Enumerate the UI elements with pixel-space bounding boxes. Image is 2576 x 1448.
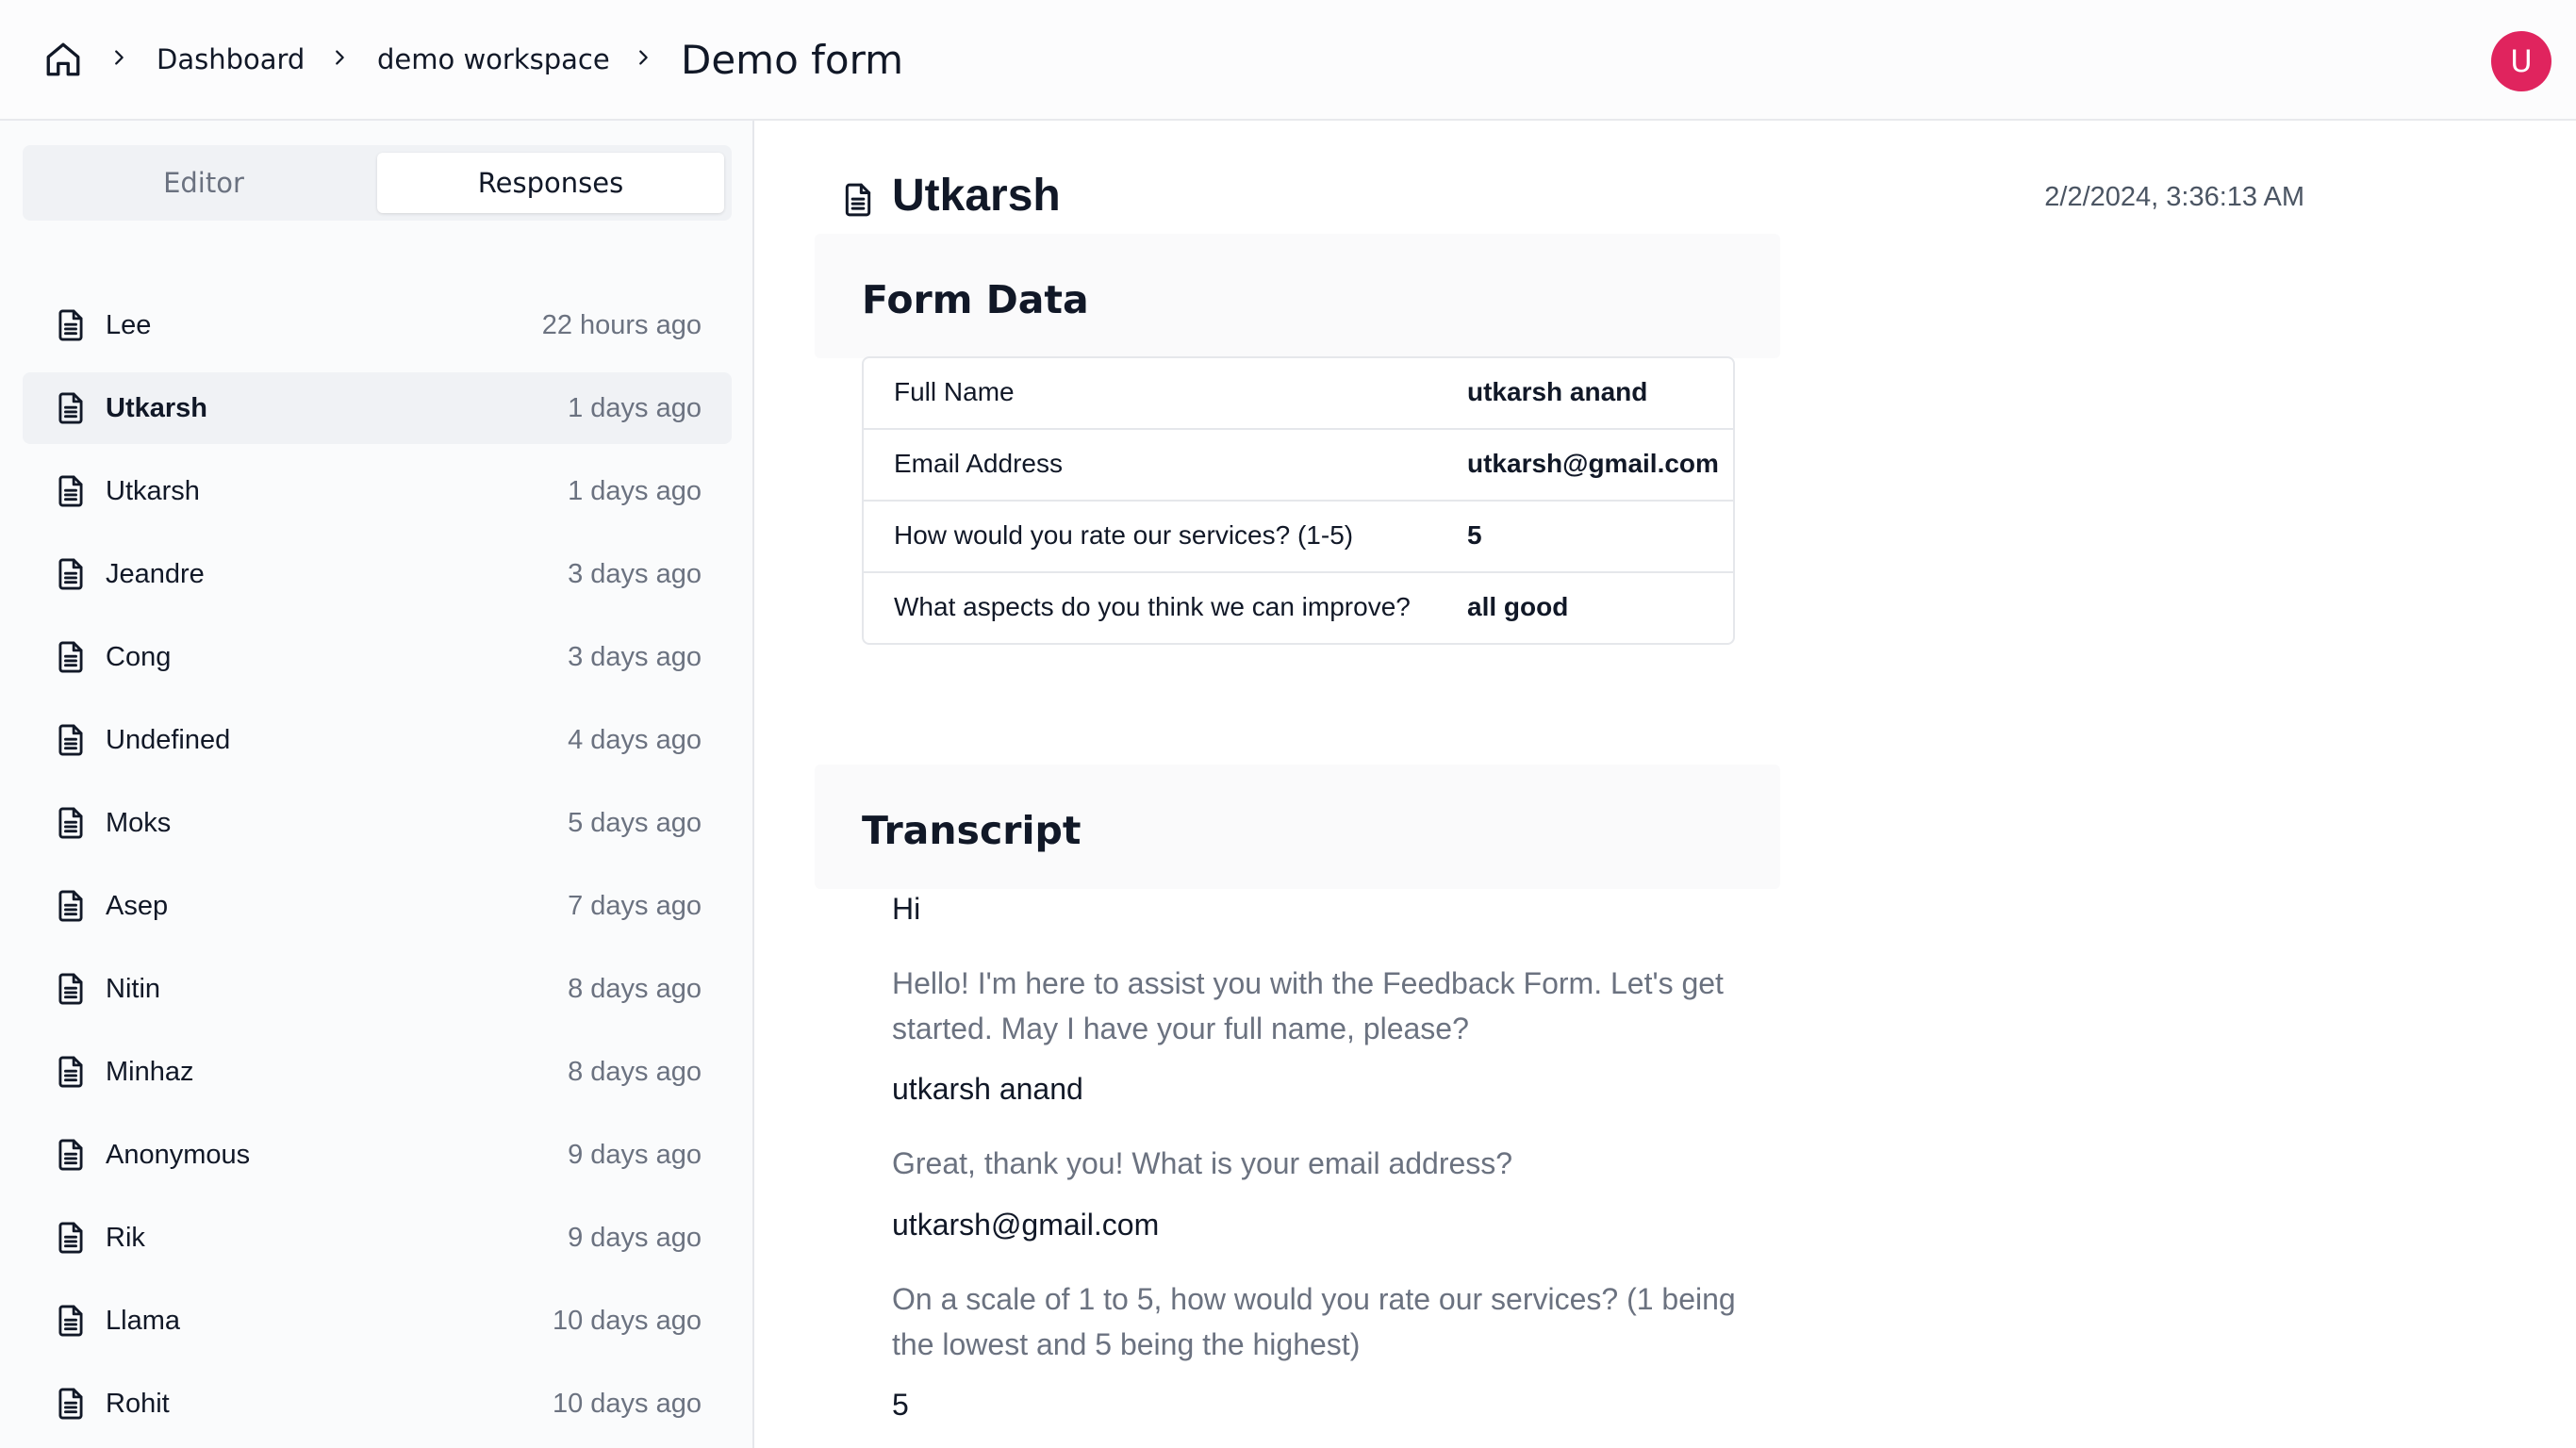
- response-item[interactable]: Minhaz 8 days ago: [23, 1036, 732, 1108]
- response-item[interactable]: Lee 22 hours ago: [23, 289, 732, 361]
- response-item[interactable]: Utkarsh 1 days ago: [23, 455, 732, 527]
- transcript-message-user: utkarsh@gmail.com: [892, 1208, 1160, 1242]
- response-time: 3 days ago: [568, 559, 702, 589]
- form-data-header: Form Data: [815, 234, 1780, 358]
- document-icon: [58, 1222, 83, 1254]
- response-name: Moks: [106, 808, 172, 838]
- field-value: 5: [1467, 520, 1482, 550]
- response-name: Minhaz: [106, 1057, 194, 1087]
- response-time: 8 days ago: [568, 1057, 702, 1087]
- field-value: utkarsh@gmail.com: [1467, 449, 1719, 478]
- document-icon: [58, 890, 83, 922]
- transcript-header: Transcript: [815, 765, 1780, 889]
- response-time: 1 days ago: [568, 476, 702, 506]
- response-name: Lee: [106, 310, 152, 340]
- transcript-message-user: Hi: [892, 892, 921, 926]
- response-name: Utkarsh: [106, 393, 207, 423]
- response-name: Nitin: [106, 974, 161, 1004]
- field-label: What aspects do you think we can improve…: [894, 592, 1411, 621]
- response-timestamp: 2/2/2024, 3:36:13 AM: [2044, 182, 2304, 212]
- tab-editor[interactable]: Editor: [30, 153, 377, 213]
- chevron-right-icon: [639, 50, 648, 65]
- response-name: Asep: [106, 891, 169, 921]
- response-name: Jeandre: [106, 559, 205, 589]
- form-data-title: Form Data: [862, 277, 1089, 322]
- page-title: Demo form: [681, 37, 904, 83]
- response-time: 10 days ago: [552, 1306, 702, 1336]
- transcript-message-user: utkarsh anand: [892, 1072, 1083, 1106]
- response-title: Utkarsh: [892, 171, 1061, 221]
- response-time: 8 days ago: [568, 974, 702, 1004]
- form-data-table: Full Name utkarsh anand Email Address ut…: [862, 356, 1735, 645]
- response-name: Llama: [106, 1306, 180, 1336]
- document-icon: [58, 392, 83, 424]
- document-icon: [58, 724, 83, 756]
- field-label: Full Name: [894, 377, 1015, 406]
- response-item[interactable]: Nitin 8 days ago: [23, 953, 732, 1025]
- transcript-message-user: 5: [892, 1388, 909, 1422]
- response-time: 1 days ago: [568, 393, 702, 423]
- response-time: 10 days ago: [552, 1389, 702, 1419]
- transcript-message-bot: Hello! I'm here to assist you with the F…: [892, 966, 1724, 1045]
- field-label: Email Address: [894, 449, 1063, 478]
- table-row: Email Address utkarsh@gmail.com: [864, 428, 1733, 500]
- response-time: 9 days ago: [568, 1140, 702, 1170]
- response-name: Cong: [106, 642, 172, 672]
- top-bar: Dashboard demo workspace Demo form U: [0, 0, 2576, 121]
- document-icon: [58, 807, 83, 839]
- response-item[interactable]: Anonymous 9 days ago: [23, 1119, 732, 1191]
- table-row: How would you rate our services? (1-5) 5: [864, 500, 1733, 571]
- document-icon: [58, 1139, 83, 1171]
- table-row: What aspects do you think we can improve…: [864, 571, 1733, 643]
- transcript-message-bot: Great, thank you! What is your email add…: [892, 1146, 1513, 1180]
- field-value: all good: [1467, 592, 1569, 621]
- response-item[interactable]: Moks 5 days ago: [23, 787, 732, 859]
- document-icon: [58, 558, 83, 590]
- response-item[interactable]: Rohit 10 days ago: [23, 1368, 732, 1440]
- response-time: 4 days ago: [568, 725, 702, 755]
- response-name: Utkarsh: [106, 476, 200, 506]
- breadcrumb-workspace[interactable]: demo workspace: [377, 46, 610, 74]
- document-icon: [58, 1056, 83, 1088]
- document-icon: [58, 973, 83, 1005]
- response-item[interactable]: Utkarsh 1 days ago: [23, 372, 732, 444]
- response-time: 22 hours ago: [541, 310, 702, 340]
- avatar[interactable]: U: [2491, 31, 2551, 91]
- tab-responses[interactable]: Responses: [377, 153, 724, 213]
- chevron-right-icon: [336, 50, 344, 65]
- chevron-right-icon: [115, 50, 124, 65]
- document-icon: [58, 309, 83, 341]
- response-name: Rohit: [106, 1389, 170, 1419]
- response-time: 5 days ago: [568, 808, 702, 838]
- document-icon: [845, 183, 871, 217]
- document-icon: [58, 1305, 83, 1337]
- field-label: How would you rate our services? (1-5): [894, 520, 1354, 550]
- response-item[interactable]: Rik 9 days ago: [23, 1202, 732, 1274]
- response-name: Undefined: [106, 725, 231, 755]
- transcript-message-bot: On a scale of 1 to 5, how would you rate…: [892, 1282, 1736, 1361]
- response-name: Rik: [106, 1223, 145, 1253]
- response-item[interactable]: Llama 10 days ago: [23, 1285, 732, 1357]
- document-icon: [58, 1388, 83, 1420]
- document-icon: [58, 641, 83, 673]
- response-name: Anonymous: [106, 1140, 251, 1170]
- breadcrumb-dashboard[interactable]: Dashboard: [157, 46, 305, 74]
- response-item[interactable]: Asep 7 days ago: [23, 870, 732, 942]
- response-item[interactable]: Jeandre 3 days ago: [23, 538, 732, 610]
- table-row: Full Name utkarsh anand: [864, 358, 1733, 428]
- transcript-title: Transcript: [862, 808, 1082, 853]
- view-tabs: Editor Responses: [23, 145, 732, 221]
- response-item[interactable]: Cong 3 days ago: [23, 621, 732, 693]
- response-time: 7 days ago: [568, 891, 702, 921]
- document-icon: [58, 475, 83, 507]
- home-icon[interactable]: [43, 40, 83, 79]
- response-detail: Utkarsh 2/2/2024, 3:36:13 AM Form Data F…: [754, 121, 2576, 1448]
- field-value: utkarsh anand: [1467, 377, 1648, 406]
- response-time: 3 days ago: [568, 642, 702, 672]
- response-item[interactable]: Undefined 4 days ago: [23, 704, 732, 776]
- sidebar: Editor Responses Lee 22 hours ago Utkars…: [0, 121, 754, 1448]
- response-time: 9 days ago: [568, 1223, 702, 1253]
